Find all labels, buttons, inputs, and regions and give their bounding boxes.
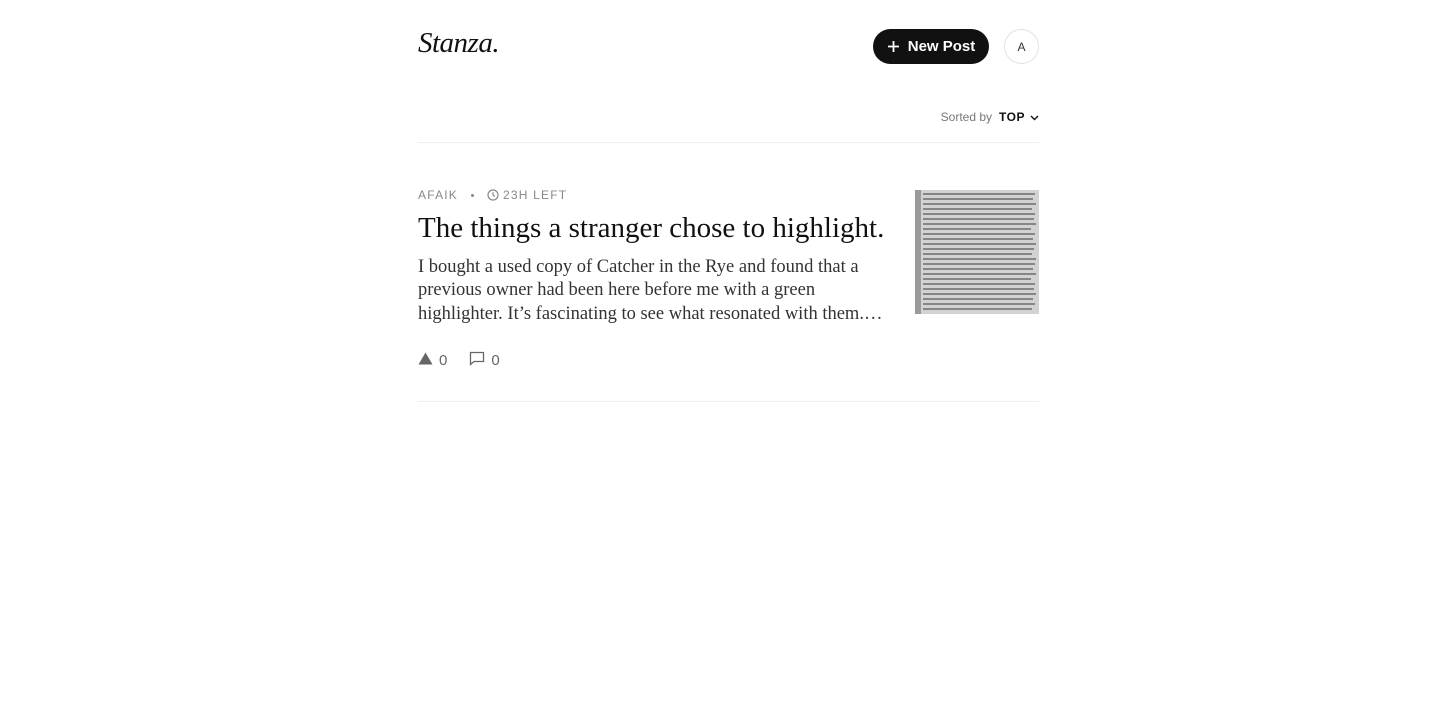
clock-icon (487, 189, 499, 201)
new-post-button[interactable]: New Post (873, 29, 989, 64)
divider (418, 142, 1039, 143)
post-title[interactable]: The things a stranger chose to highlight… (418, 212, 898, 245)
logo[interactable]: Stanza. (418, 27, 500, 60)
avatar-initial: A (1017, 39, 1026, 54)
new-post-label: New Post (907, 38, 976, 55)
divider (418, 401, 1039, 402)
post-stats: 0 0 (418, 351, 500, 370)
triangle-vote-icon (418, 352, 433, 369)
sort-dropdown[interactable]: TOP (999, 110, 1039, 124)
comments-button[interactable]: 0 (469, 351, 500, 370)
post-excerpt[interactable]: I bought a used copy of Catcher in the R… (418, 256, 888, 326)
post-thumbnail[interactable] (915, 190, 1039, 314)
chevron-down-icon (1030, 110, 1039, 124)
post-tag[interactable]: AFAIK (418, 188, 458, 202)
vote-button[interactable]: 0 (418, 352, 447, 369)
avatar[interactable]: A (1004, 29, 1039, 64)
sort-control: Sorted by TOP (941, 110, 1039, 124)
book-page-image (915, 190, 1039, 314)
post-meta: AFAIK 23H LEFT (418, 188, 567, 202)
sort-label: Sorted by (940, 110, 993, 124)
comment-icon (469, 351, 485, 370)
vote-count: 0 (439, 352, 448, 369)
time-left: 23H LEFT (503, 188, 568, 202)
sort-value: TOP (999, 110, 1025, 124)
plus-icon (887, 40, 900, 53)
separator-dot (471, 193, 475, 197)
comment-count: 0 (491, 352, 500, 369)
